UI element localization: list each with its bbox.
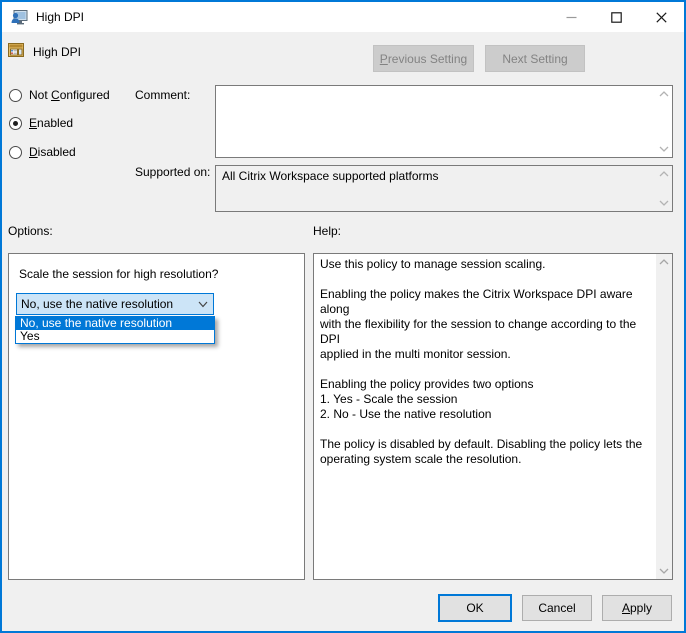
next-setting-label: Next Setting [502,51,568,66]
chevron-down-icon[interactable] [658,566,670,576]
help-text: Use this policy to manage session scalin… [320,257,643,466]
radio-not-configured-label: Not Configured [29,88,110,102]
scale-question-label: Scale the session for high resolution? [19,267,219,281]
radio-enabled[interactable]: Enabled [9,116,73,130]
high-dpi-dialog: High DPI High DPI Previous Setting Next … [2,2,684,631]
titlebar[interactable]: High DPI [2,2,684,32]
comment-label: Comment: [135,88,191,102]
supported-on-label: Supported on: [135,165,211,179]
policy-document-icon [8,43,24,57]
apply-label: Apply [621,601,653,615]
combobox-value: No, use the native resolution [21,297,174,311]
dropdown-item-yes[interactable]: Yes [16,330,214,343]
window-controls [549,2,684,32]
cancel-button[interactable]: Cancel [522,595,592,621]
ok-label: OK [466,601,484,615]
next-setting-button[interactable]: Next Setting [485,45,585,72]
chevron-down-icon [198,301,208,308]
cancel-label: Cancel [538,601,576,615]
radio-circle[interactable] [9,145,22,159]
minimize-icon [566,16,577,18]
close-button[interactable] [639,2,684,32]
dropdown-item-no-native[interactable]: No, use the native resolution [16,317,214,330]
maximize-button[interactable] [594,2,639,32]
radio-disabled[interactable]: Disabled [9,145,76,159]
previous-setting-button[interactable]: Previous Setting [373,45,474,72]
maximize-icon [611,11,622,23]
supported-on-value: All Citrix Workspace supported platforms [222,169,439,183]
resolution-dropdown-list: No, use the native resolution Yes [15,316,215,344]
radio-enabled-label: Enabled [29,116,74,130]
policy-name-label: High DPI [33,45,82,59]
chevron-down-icon[interactable] [658,144,670,154]
chevron-up-icon[interactable] [658,169,670,179]
chevron-up-icon[interactable] [658,89,670,99]
comment-input[interactable] [215,85,673,158]
help-scrollbar[interactable] [656,254,672,579]
chevron-down-icon[interactable] [658,198,670,208]
options-panel: Scale the session for high resolution? N… [8,253,305,580]
minimize-button[interactable] [549,2,594,32]
window-frame: High DPI High DPI Previous Setting Next … [0,0,686,633]
monitor-user-icon [11,9,28,24]
resolution-combobox[interactable]: No, use the native resolution [16,293,214,315]
help-panel: Use this policy to manage session scalin… [313,253,673,580]
radio-disabled-label: Disabled [29,145,76,159]
apply-button[interactable]: Apply [602,595,672,621]
chevron-up-icon[interactable] [658,257,670,267]
radio-circle-checked[interactable] [9,116,22,130]
radio-circle[interactable] [9,88,22,102]
help-label: Help: [313,224,342,238]
supported-on-box: All Citrix Workspace supported platforms [215,165,673,212]
close-icon [656,11,667,23]
radio-not-configured[interactable]: Not Configured [9,88,110,102]
window-title: High DPI [36,10,85,24]
options-label: Options: [8,224,53,238]
previous-setting-label: Previous Setting [379,51,468,66]
ok-button[interactable]: OK [438,594,512,622]
